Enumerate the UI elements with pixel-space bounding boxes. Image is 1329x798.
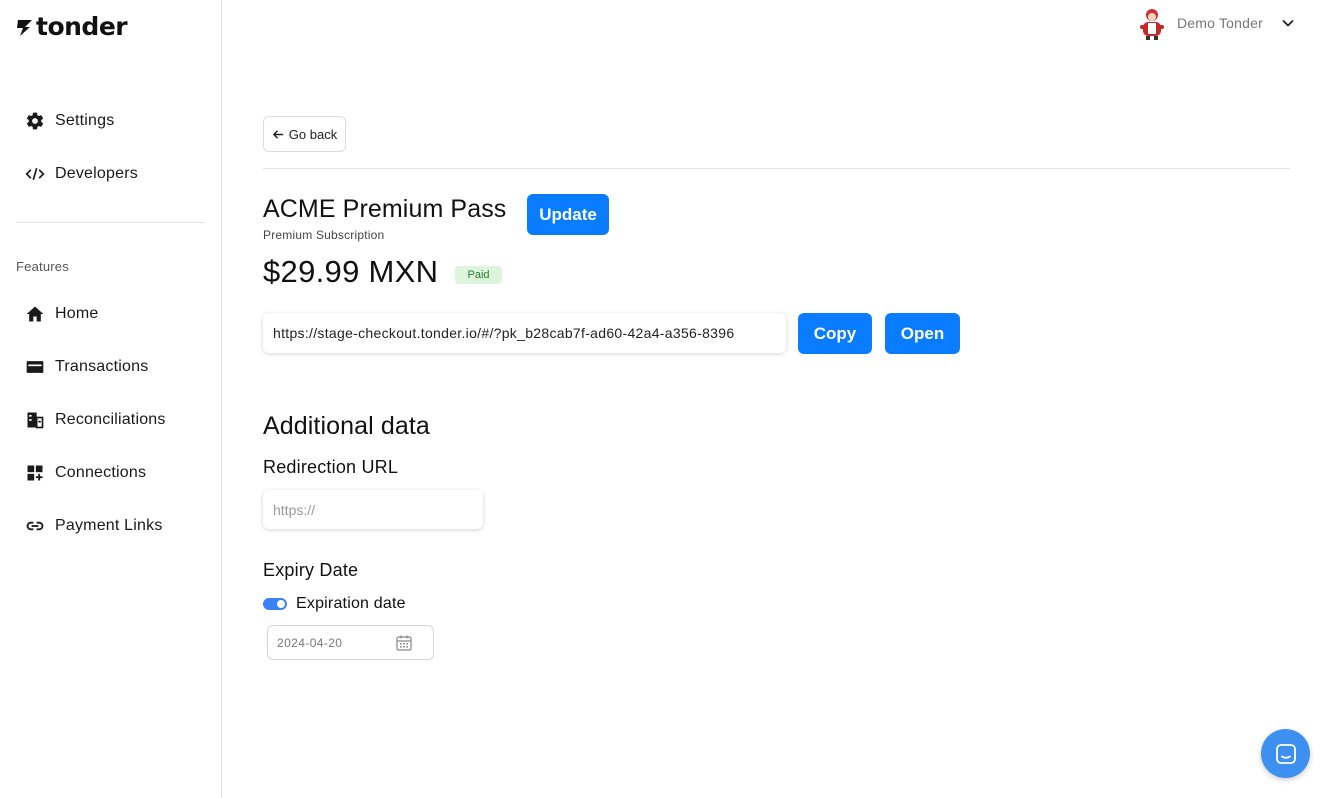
chevron-down-icon	[1282, 19, 1294, 27]
expiration-date-input[interactable]	[277, 635, 387, 650]
tonder-logo[interactable]: tonder	[16, 12, 128, 41]
expiration-toggle-row[interactable]: Expiration date	[263, 595, 406, 613]
price-amount: $29.99 MXN	[263, 254, 439, 289]
sidebar-item-label: Transactions	[55, 358, 149, 375]
sidebar-item-label: Reconciliations	[55, 411, 166, 428]
reconcile-icon	[25, 410, 45, 430]
sidebar-item-connections[interactable]: Connections	[25, 461, 146, 485]
redirection-url-field[interactable]	[263, 490, 483, 529]
sidebar: tonder Settings Developers Features Home…	[0, 0, 222, 798]
calendar-icon[interactable]	[395, 634, 413, 652]
additional-data-heading: Additional data	[263, 412, 430, 440]
payment-link-input[interactable]	[273, 325, 786, 341]
sidebar-divider	[16, 222, 205, 223]
bolt-icon	[17, 19, 32, 36]
sidebar-item-transactions[interactable]: Transactions	[25, 355, 148, 379]
card-icon	[25, 357, 45, 377]
expiration-date-field[interactable]	[267, 625, 434, 660]
avatar	[1140, 9, 1164, 40]
user-menu[interactable]: Demo Tonder	[1137, 6, 1295, 40]
code-icon	[25, 164, 45, 184]
content-divider	[263, 168, 1290, 169]
expiry-date-heading: Expiry Date	[263, 560, 359, 580]
sidebar-item-reconciliations[interactable]: Reconciliations	[25, 408, 166, 432]
status-badge: Paid	[455, 266, 502, 284]
go-back-button[interactable]: Go back	[263, 116, 346, 152]
widgets-icon	[25, 463, 45, 483]
chat-launcher-button[interactable]	[1261, 729, 1310, 778]
chat-icon	[1275, 743, 1296, 764]
page-title: ACME Premium Pass	[263, 195, 507, 223]
sidebar-item-label: Settings	[55, 112, 115, 129]
sidebar-item-label: Home	[55, 305, 99, 322]
update-button[interactable]: Update	[527, 194, 609, 235]
expiration-toggle[interactable]	[263, 598, 287, 610]
sidebar-item-label: Payment Links	[55, 517, 163, 534]
open-button[interactable]: Open	[885, 313, 960, 354]
home-icon	[25, 304, 45, 324]
page-subtitle: Premium Subscription	[263, 228, 385, 242]
user-name: Demo Tonder	[1177, 15, 1263, 31]
payment-link-field[interactable]	[263, 313, 786, 353]
redirection-url-input[interactable]	[273, 501, 483, 518]
sidebar-item-settings[interactable]: Settings	[25, 109, 114, 133]
sidebar-item-label: Developers	[55, 165, 138, 182]
expiration-toggle-label: Expiration date	[296, 595, 406, 612]
redirection-url-label: Redirection URL	[263, 457, 399, 477]
gear-icon	[25, 111, 45, 131]
sidebar-item-developers[interactable]: Developers	[25, 162, 138, 186]
sidebar-item-payment-links[interactable]: Payment Links	[25, 514, 163, 538]
toggle-knob	[277, 600, 285, 608]
sidebar-item-home[interactable]: Home	[25, 302, 98, 326]
arrow-left-icon	[272, 129, 283, 139]
copy-button[interactable]: Copy	[798, 313, 872, 354]
sidebar-item-label: Connections	[55, 464, 147, 481]
brand-name: tonder	[36, 12, 128, 41]
link-icon	[25, 516, 45, 536]
go-back-label: Go back	[288, 126, 338, 142]
section-label-features: Features	[16, 259, 69, 274]
